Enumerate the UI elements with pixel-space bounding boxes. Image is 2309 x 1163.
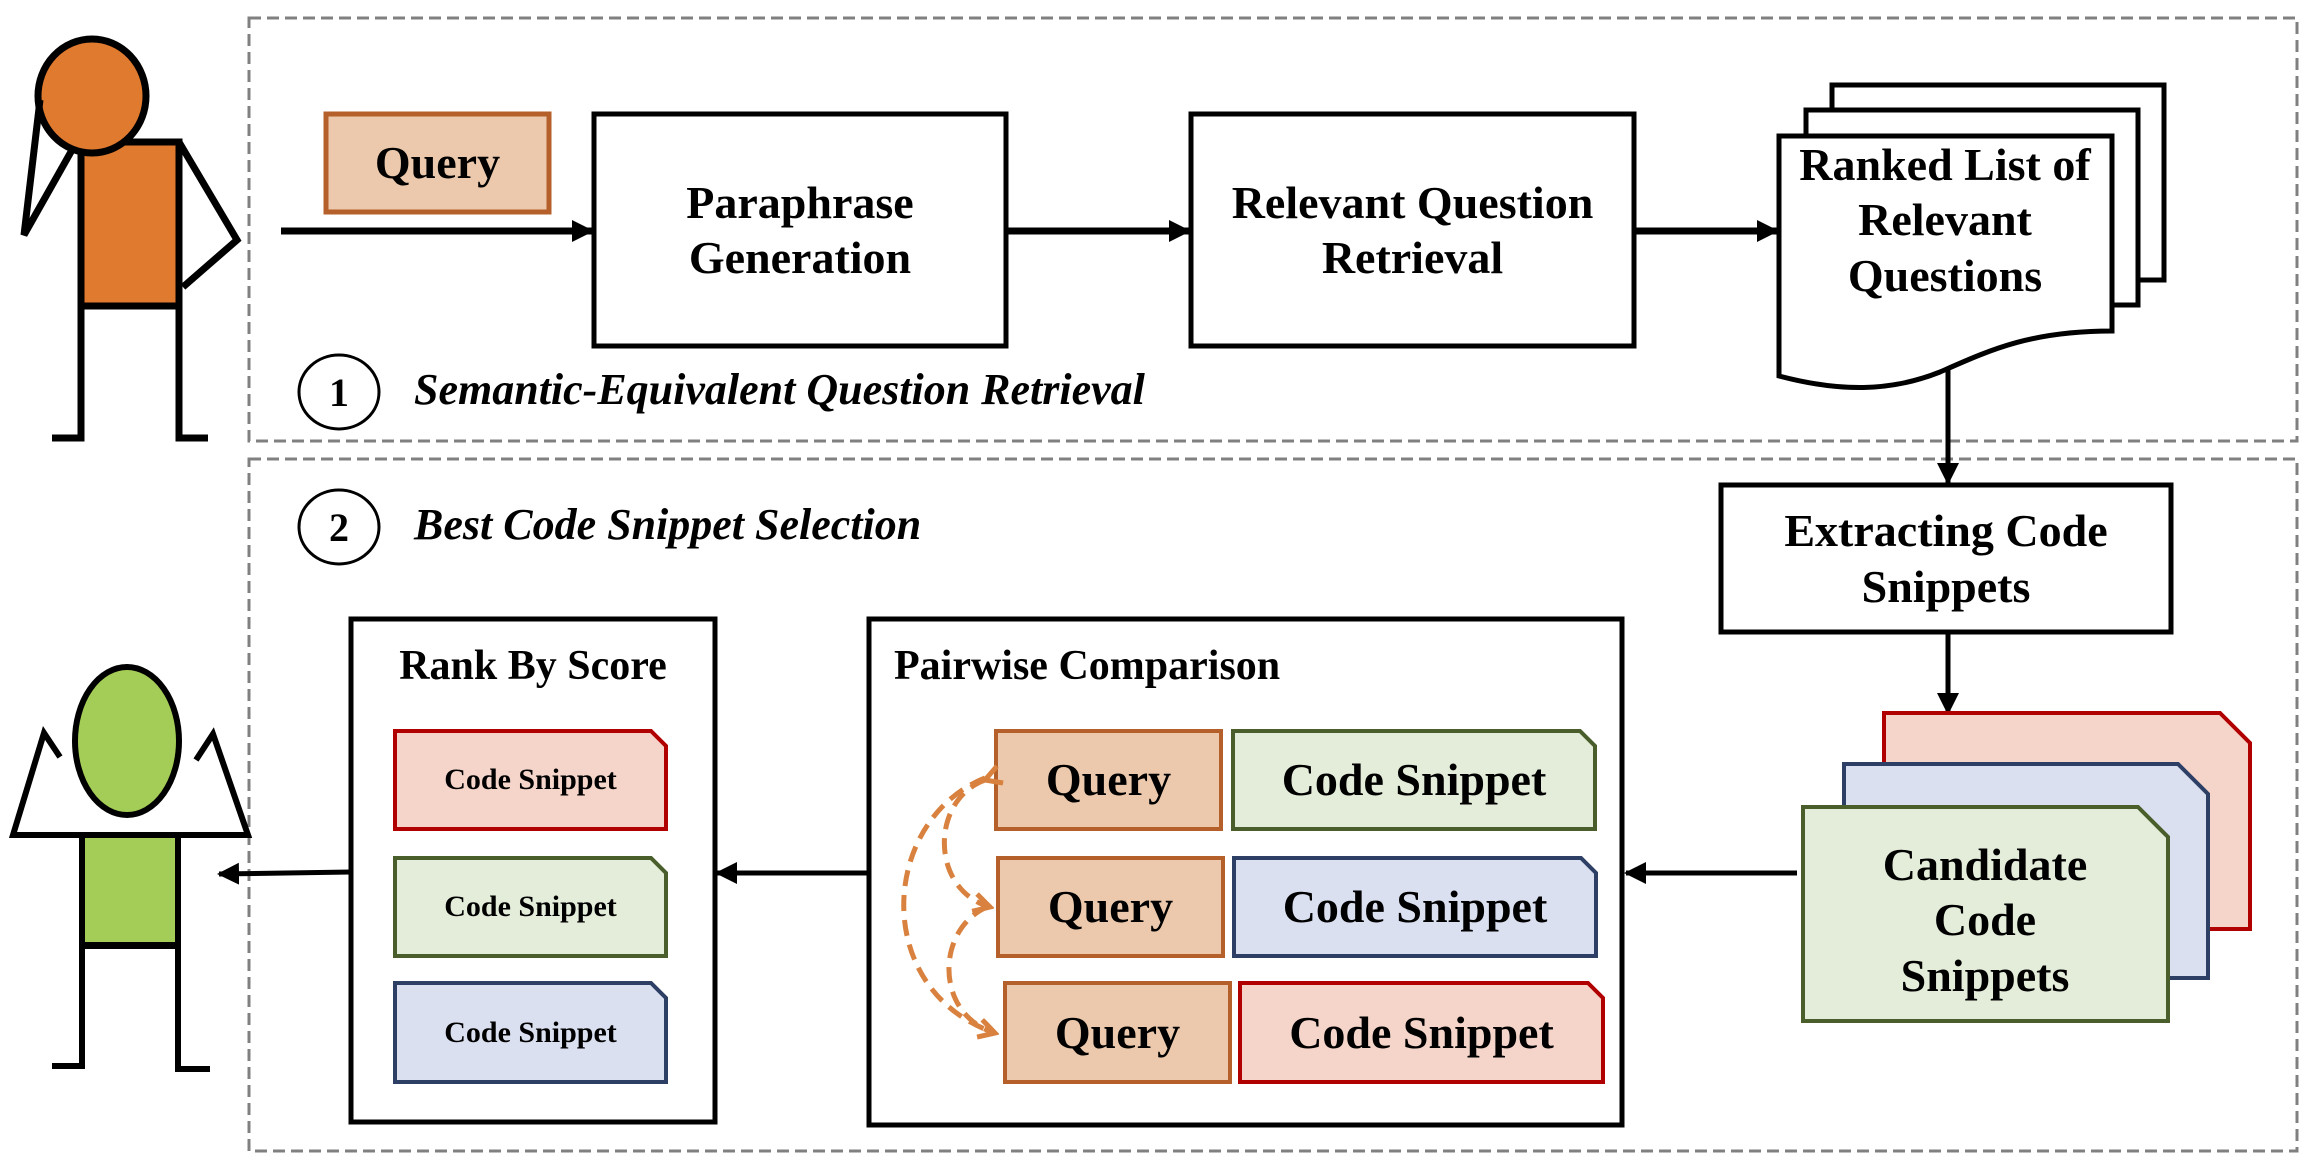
paraphrase-label: Paraphrase Generation [686,176,914,283]
stage1-title: Semantic-Equivalent Question Retrieval [414,365,1145,414]
pairwise-query-label: Query [1054,1006,1181,1058]
stage2-title: Best Code Snippet Selection [414,500,922,549]
stage1-number: 1 [329,369,349,415]
query-label: Query [374,137,501,189]
ranked-snippet-label: Code Snippet [444,890,617,923]
stage2-number: 2 [329,504,349,550]
extracting-label: Extracting Code Snippets [1784,505,2108,612]
relevant-retrieval-label: Relevant Question Retrieval [1231,176,1594,283]
ranked-list-label: Ranked List of Relevant Questions [1799,139,2091,301]
pairwise-query-label: Query [1045,754,1172,806]
rank-title: Rank By Score [399,642,667,689]
ranked-snippet-label: Code Snippet [444,1015,617,1049]
pairwise-snippet-label: Code Snippet [1281,754,1547,806]
ranked-snippet-label: Code Snippet [444,763,617,796]
pairwise-snippet-label: Code Snippet [1289,1006,1554,1058]
candidates-label: Candidate Code Snippets [1882,839,2088,1001]
arrow-rank-to-user [217,862,352,885]
pairwise-snippet-label: Code Snippet [1282,881,1548,933]
pairwise-title: Pairwise Comparison [894,642,1281,689]
satisfied-person-icon [8,664,253,1072]
pairwise-query-label: Query [1047,881,1174,933]
user-person-icon [20,35,242,442]
